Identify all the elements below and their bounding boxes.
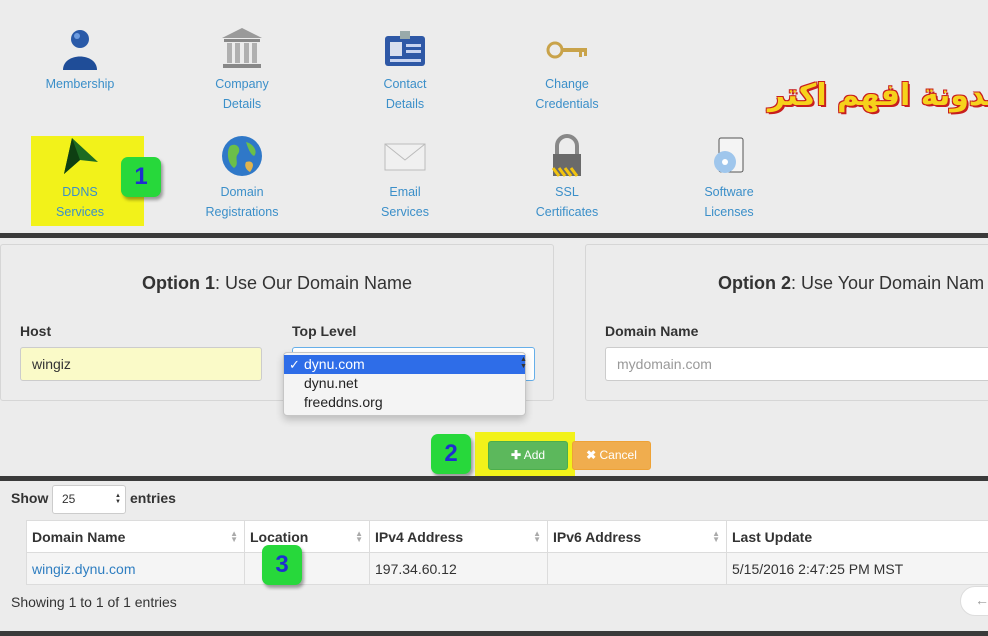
domain-name-input[interactable]: mydomain.com: [605, 347, 988, 381]
contact-label: Contact Details: [383, 77, 427, 111]
nav-domain-registrations[interactable]: Domain Registrations: [177, 134, 307, 222]
page-length-value: 25: [62, 492, 76, 506]
contact-details-icon: [383, 26, 427, 70]
dropdown-option-freeddns-org[interactable]: freeddns.org: [284, 393, 525, 412]
ssl-certificates-icon: [545, 134, 589, 178]
watermark-text: مدونة افهم اكتر: [768, 78, 988, 113]
cancel-button[interactable]: ✖ Cancel: [572, 441, 651, 470]
divider-middle: [0, 476, 988, 481]
credentials-label: Change Credentials: [535, 77, 599, 111]
ssl-label: SSL Certificates: [535, 185, 599, 219]
membership-icon: [58, 26, 102, 70]
step-badge-3: 3: [262, 545, 302, 585]
table-header-row: Domain Name ▲ ▼ Location ▲ ▼ IPv4 Address ▲ ▼ …: [26, 520, 988, 553]
software-licenses-icon: [707, 134, 751, 178]
step-badge-2: 2: [431, 434, 471, 474]
change-credentials-icon: [545, 26, 589, 70]
software-label: Software Licenses: [704, 185, 754, 219]
page-length-select[interactable]: 25 ▲ ▼: [52, 485, 126, 514]
domain-label: Domain Registrations: [205, 185, 279, 219]
add-button[interactable]: ✚ Add: [488, 441, 568, 470]
cell-ipv4: 197.34.60.12: [369, 552, 548, 585]
plus-icon: ✚: [510, 448, 522, 462]
col-ipv4[interactable]: IPv4 Address ▲ ▼: [369, 520, 548, 553]
option2-title: Option 2: Use Your Domain Nam: [718, 273, 985, 293]
cell-ipv6: [547, 552, 727, 585]
nav-company-details[interactable]: Company Details: [177, 26, 307, 114]
domain-registrations-icon: [220, 134, 264, 178]
top-level-dropdown[interactable]: dynu.com dynu.net freeddns.org: [283, 352, 526, 416]
nav-email-services[interactable]: Email Services: [340, 134, 470, 222]
nav-contact-details[interactable]: Contact Details: [340, 26, 470, 114]
email-label: Email Services: [381, 185, 429, 219]
divider-bottom: [0, 631, 988, 636]
step-badge-1: 1: [121, 157, 161, 197]
show-label: Show: [11, 490, 49, 506]
add-label: Add: [523, 448, 546, 462]
table-row: wingiz.dynu.com 197.34.60.12 5/15/2016 2…: [26, 552, 988, 585]
nav-membership[interactable]: Membership: [15, 26, 145, 94]
col-ipv6[interactable]: IPv6 Address ▲ ▼: [547, 520, 727, 553]
sort-icon: ▲ ▼: [533, 529, 541, 544]
company-details-icon: [220, 26, 264, 70]
close-icon: ✖: [586, 448, 597, 462]
nav-software-licenses[interactable]: Software Licenses: [664, 134, 794, 222]
membership-label: Membership: [45, 77, 115, 91]
top-level-label: Top Level: [292, 323, 357, 339]
dropdown-option-dynu-net[interactable]: dynu.net: [284, 374, 525, 393]
entries-label: entries: [130, 490, 176, 506]
sort-icon: ▲ ▼: [230, 529, 238, 544]
dropdown-option-dynu-com[interactable]: dynu.com: [284, 355, 525, 374]
divider-top: [0, 233, 988, 238]
domain-name-label: Domain Name: [605, 323, 699, 339]
sort-icon: ▲ ▼: [355, 529, 363, 544]
cell-last-update: 5/15/2016 2:47:25 PM MST: [726, 552, 988, 585]
cell-domain[interactable]: wingiz.dynu.com: [26, 552, 245, 585]
table-info: Showing 1 to 1 of 1 entries: [11, 594, 177, 610]
dropdown-arrows-icon: ▲ ▼: [520, 356, 527, 370]
col-domain-name[interactable]: Domain Name ▲ ▼: [26, 520, 245, 553]
sort-icon: ▲ ▼: [712, 529, 720, 544]
select-arrows-icon: ▲ ▼: [115, 493, 121, 505]
col-last-update[interactable]: Last Update: [726, 520, 988, 553]
nav-change-credentials[interactable]: Change Credentials: [502, 26, 632, 114]
nav-ssl-certificates[interactable]: SSL Certificates: [502, 134, 632, 222]
pagination-prev-button[interactable]: ←: [960, 586, 988, 616]
domain-link[interactable]: wingiz.dynu.com: [32, 561, 136, 577]
host-label: Host: [20, 323, 52, 339]
host-input[interactable]: wingiz: [20, 347, 262, 381]
ddns-services-icon: [58, 134, 102, 178]
email-services-icon: [383, 134, 427, 178]
domains-table: Domain Name ▲ ▼ Location ▲ ▼ IPv4 Address ▲ ▼ …: [26, 520, 988, 585]
company-label: Company Details: [215, 77, 269, 111]
arrow-left-icon: ←: [975, 592, 988, 608]
option1-title: Option 1: Use Our Domain Name: [141, 273, 413, 293]
cancel-label: Cancel: [599, 448, 637, 462]
